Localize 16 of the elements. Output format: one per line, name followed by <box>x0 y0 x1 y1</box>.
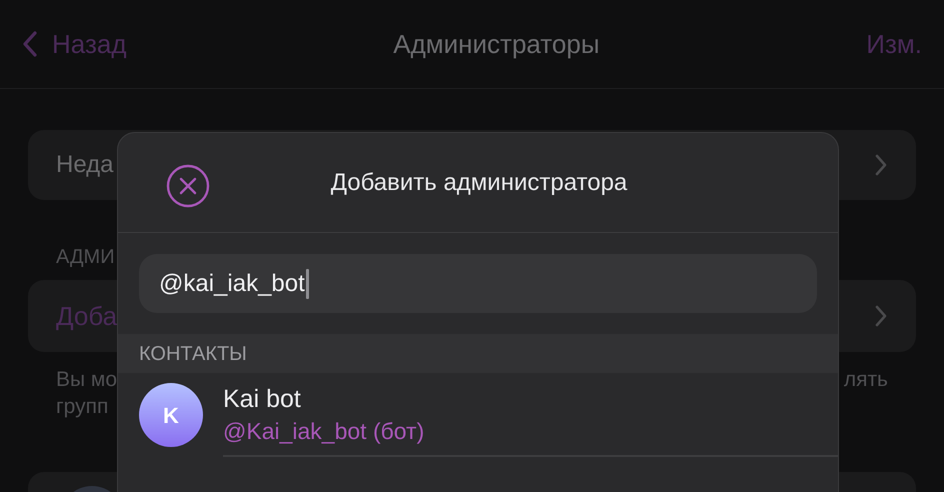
chevron-left-icon <box>22 30 38 58</box>
contact-name: Kai bot <box>223 384 302 415</box>
footer-text: групп <box>56 394 110 420</box>
contact-row[interactable]: K Kai bot @Kai_iak_bot (бот) <box>118 373 838 457</box>
chevron-icon <box>874 154 888 176</box>
section-header: АДМИ <box>55 245 116 270</box>
page-title: Администраторы <box>393 28 600 60</box>
footer-text: лять <box>844 367 888 393</box>
close-button[interactable] <box>166 164 210 208</box>
contact-username: @Kai_iak_bot (бот) <box>223 417 426 446</box>
footer-text: Вы мо <box>56 367 118 393</box>
avatar: K <box>139 383 203 447</box>
section-header: КОНТАКТЫ <box>118 334 838 373</box>
search-field[interactable]: @kai_iak_bot <box>139 254 817 313</box>
chevron-icon <box>874 305 888 327</box>
dialog-title: Добавить администратора <box>330 168 628 198</box>
